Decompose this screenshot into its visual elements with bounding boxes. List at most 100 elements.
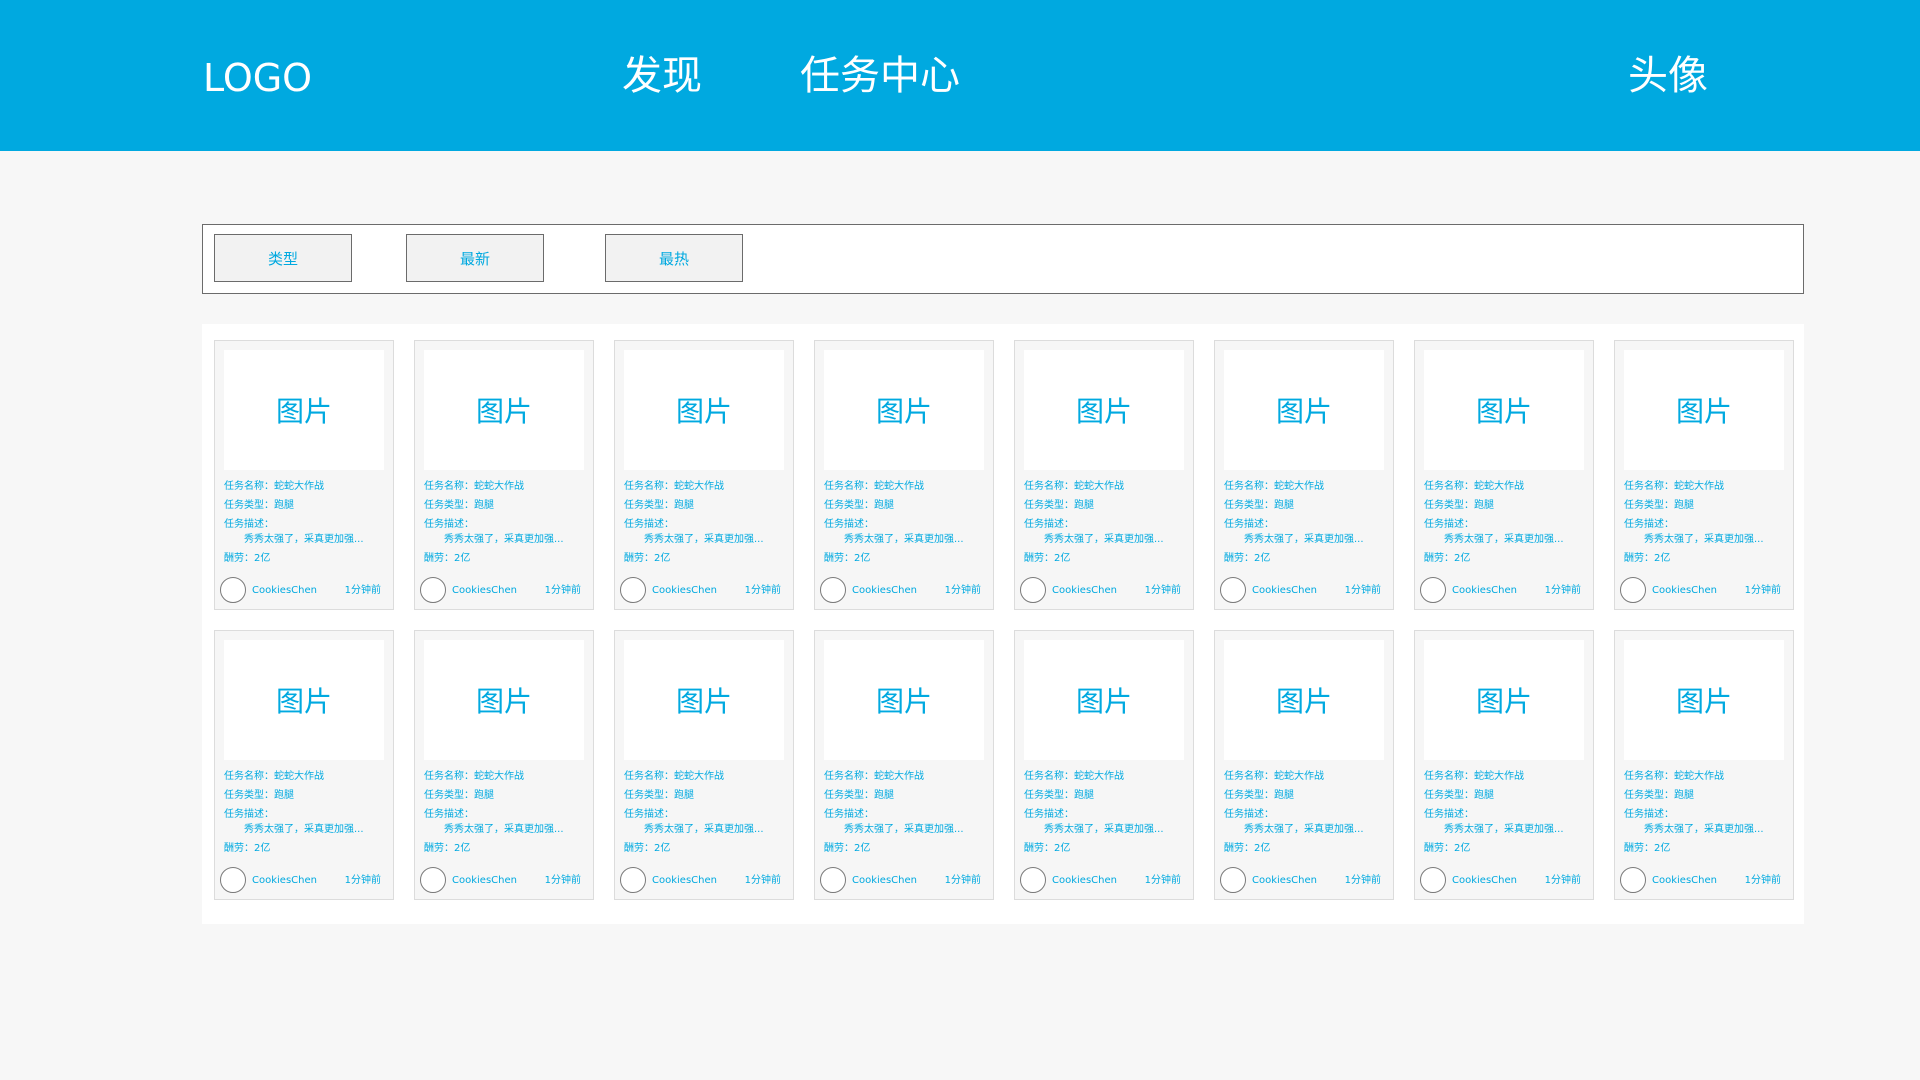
user-avatar[interactable]: [1420, 577, 1446, 603]
card-timestamp: 1分钟前: [1344, 875, 1381, 886]
task-card[interactable]: 图片 任务名称：蛇蛇大作战 任务类型：跑腿 任务描述： 秀秀太强了，采真更加强... 酬劳…: [1414, 340, 1594, 610]
card-task-desc-label: 任务描述：: [624, 809, 674, 820]
nav-task-center[interactable]: 任务中心: [800, 48, 960, 104]
card-image-placeholder: 图片: [824, 350, 984, 470]
user-avatar[interactable]: [1220, 577, 1246, 603]
user-avatar[interactable]: [820, 577, 846, 603]
filter-latest-button[interactable]: 最新: [406, 234, 544, 282]
card-task-name: 任务名称：蛇蛇大作战: [1224, 771, 1324, 782]
card-task-name: 任务名称：蛇蛇大作战: [1024, 481, 1124, 492]
task-card[interactable]: 图片 任务名称：蛇蛇大作战 任务类型：跑腿 任务描述： 秀秀太强了，采真更加强... 酬劳…: [414, 630, 594, 900]
card-reward: 酬劳：2亿: [1424, 553, 1471, 564]
task-card[interactable]: 图片 任务名称：蛇蛇大作战 任务类型：跑腿 任务描述： 秀秀太强了，采真更加强... 酬劳…: [214, 340, 394, 610]
user-avatar[interactable]: [1020, 577, 1046, 603]
task-card[interactable]: 图片 任务名称：蛇蛇大作战 任务类型：跑腿 任务描述： 秀秀太强了，采真更加强... 酬劳…: [1614, 630, 1794, 900]
card-reward: 酬劳：2亿: [824, 843, 871, 854]
user-avatar[interactable]: [1420, 867, 1446, 893]
card-username[interactable]: CookiesChen: [1052, 584, 1117, 597]
card-task-name: 任务名称：蛇蛇大作战: [624, 771, 724, 782]
card-task-desc: 秀秀太强了，采真更加强...: [1444, 824, 1564, 835]
card-timestamp: 1分钟前: [1144, 585, 1181, 596]
user-avatar[interactable]: [620, 577, 646, 603]
task-card[interactable]: 图片 任务名称：蛇蛇大作战 任务类型：跑腿 任务描述： 秀秀太强了，采真更加强... 酬劳…: [414, 340, 594, 610]
filter-hottest-button[interactable]: 最热: [605, 234, 743, 282]
card-image-placeholder: 图片: [1224, 350, 1384, 470]
user-avatar[interactable]: [420, 867, 446, 893]
card-username[interactable]: CookiesChen: [1252, 584, 1317, 597]
card-task-name: 任务名称：蛇蛇大作战: [1224, 481, 1324, 492]
card-username[interactable]: CookiesChen: [852, 584, 917, 597]
user-avatar[interactable]: [1020, 867, 1046, 893]
card-task-name: 任务名称：蛇蛇大作战: [1024, 771, 1124, 782]
user-avatar[interactable]: [1620, 867, 1646, 893]
card-username[interactable]: CookiesChen: [1652, 874, 1717, 887]
task-card[interactable]: 图片 任务名称：蛇蛇大作战 任务类型：跑腿 任务描述： 秀秀太强了，采真更加强... 酬劳…: [1214, 630, 1394, 900]
card-timestamp: 1分钟前: [944, 585, 981, 596]
task-card[interactable]: 图片 任务名称：蛇蛇大作战 任务类型：跑腿 任务描述： 秀秀太强了，采真更加强... 酬劳…: [1214, 340, 1394, 610]
card-image-placeholder: 图片: [424, 640, 584, 760]
card-username[interactable]: CookiesChen: [1252, 874, 1317, 887]
task-card[interactable]: 图片 任务名称：蛇蛇大作战 任务类型：跑腿 任务描述： 秀秀太强了，采真更加强... 酬劳…: [214, 630, 394, 900]
card-image-placeholder: 图片: [624, 350, 784, 470]
task-card[interactable]: 图片 任务名称：蛇蛇大作战 任务类型：跑腿 任务描述： 秀秀太强了，采真更加强... 酬劳…: [614, 340, 794, 610]
card-reward: 酬劳：2亿: [1224, 843, 1271, 854]
task-card[interactable]: 图片 任务名称：蛇蛇大作战 任务类型：跑腿 任务描述： 秀秀太强了，采真更加强... 酬劳…: [614, 630, 794, 900]
card-reward: 酬劳：2亿: [624, 553, 671, 564]
card-task-type: 任务类型：跑腿: [624, 790, 694, 801]
card-task-type: 任务类型：跑腿: [424, 790, 494, 801]
card-task-name: 任务名称：蛇蛇大作战: [224, 481, 324, 492]
card-username[interactable]: CookiesChen: [1452, 874, 1517, 887]
card-username[interactable]: CookiesChen: [1452, 584, 1517, 597]
task-card[interactable]: 图片 任务名称：蛇蛇大作战 任务类型：跑腿 任务描述： 秀秀太强了，采真更加强... 酬劳…: [1614, 340, 1794, 610]
card-task-desc-label: 任务描述：: [824, 519, 874, 530]
card-image-placeholder: 图片: [424, 350, 584, 470]
user-avatar[interactable]: [220, 867, 246, 893]
filter-bar: 类型 最新 最热: [202, 224, 1804, 294]
card-task-name: 任务名称：蛇蛇大作战: [224, 771, 324, 782]
card-reward: 酬劳：2亿: [1024, 843, 1071, 854]
user-avatar[interactable]: [1220, 867, 1246, 893]
card-timestamp: 1分钟前: [1744, 875, 1781, 886]
task-card[interactable]: 图片 任务名称：蛇蛇大作战 任务类型：跑腿 任务描述： 秀秀太强了，采真更加强... 酬劳…: [1414, 630, 1594, 900]
card-username[interactable]: CookiesChen: [652, 584, 717, 597]
user-avatar[interactable]: [1620, 577, 1646, 603]
filter-type-button[interactable]: 类型: [214, 234, 352, 282]
task-card[interactable]: 图片 任务名称：蛇蛇大作战 任务类型：跑腿 任务描述： 秀秀太强了，采真更加强... 酬劳…: [814, 630, 994, 900]
card-username[interactable]: CookiesChen: [252, 874, 317, 887]
logo[interactable]: LOGO: [203, 52, 312, 104]
nav-discover[interactable]: 发现: [622, 48, 702, 104]
card-username[interactable]: CookiesChen: [452, 584, 517, 597]
card-username[interactable]: CookiesChen: [452, 874, 517, 887]
card-username[interactable]: CookiesChen: [1052, 874, 1117, 887]
card-task-desc: 秀秀太强了，采真更加强...: [844, 824, 964, 835]
card-task-type: 任务类型：跑腿: [824, 500, 894, 511]
card-task-name: 任务名称：蛇蛇大作战: [424, 481, 524, 492]
user-avatar[interactable]: [820, 867, 846, 893]
card-username[interactable]: CookiesChen: [652, 874, 717, 887]
card-reward: 酬劳：2亿: [1624, 843, 1671, 854]
card-reward: 酬劳：2亿: [224, 553, 271, 564]
card-task-type: 任务类型：跑腿: [824, 790, 894, 801]
card-task-desc: 秀秀太强了，采真更加强...: [244, 534, 364, 545]
task-card[interactable]: 图片 任务名称：蛇蛇大作战 任务类型：跑腿 任务描述： 秀秀太强了，采真更加强... 酬劳…: [1014, 630, 1194, 900]
card-username[interactable]: CookiesChen: [1652, 584, 1717, 597]
card-task-type: 任务类型：跑腿: [1424, 790, 1494, 801]
task-card[interactable]: 图片 任务名称：蛇蛇大作战 任务类型：跑腿 任务描述： 秀秀太强了，采真更加强... 酬劳…: [1014, 340, 1194, 610]
user-avatar[interactable]: [620, 867, 646, 893]
avatar[interactable]: 头像: [1628, 48, 1708, 104]
user-avatar[interactable]: [420, 577, 446, 603]
card-task-desc: 秀秀太强了，采真更加强...: [1444, 534, 1564, 545]
card-reward: 酬劳：2亿: [424, 843, 471, 854]
card-task-desc: 秀秀太强了，采真更加强...: [1644, 534, 1764, 545]
card-task-name: 任务名称：蛇蛇大作战: [624, 481, 724, 492]
card-image-placeholder: 图片: [1624, 350, 1784, 470]
card-task-type: 任务类型：跑腿: [224, 500, 294, 511]
task-card[interactable]: 图片 任务名称：蛇蛇大作战 任务类型：跑腿 任务描述： 秀秀太强了，采真更加强... 酬劳…: [814, 340, 994, 610]
card-task-desc-label: 任务描述：: [424, 809, 474, 820]
card-username[interactable]: CookiesChen: [252, 584, 317, 597]
user-avatar[interactable]: [220, 577, 246, 603]
card-task-type: 任务类型：跑腿: [224, 790, 294, 801]
card-reward: 酬劳：2亿: [424, 553, 471, 564]
card-username[interactable]: CookiesChen: [852, 874, 917, 887]
card-task-type: 任务类型：跑腿: [624, 500, 694, 511]
